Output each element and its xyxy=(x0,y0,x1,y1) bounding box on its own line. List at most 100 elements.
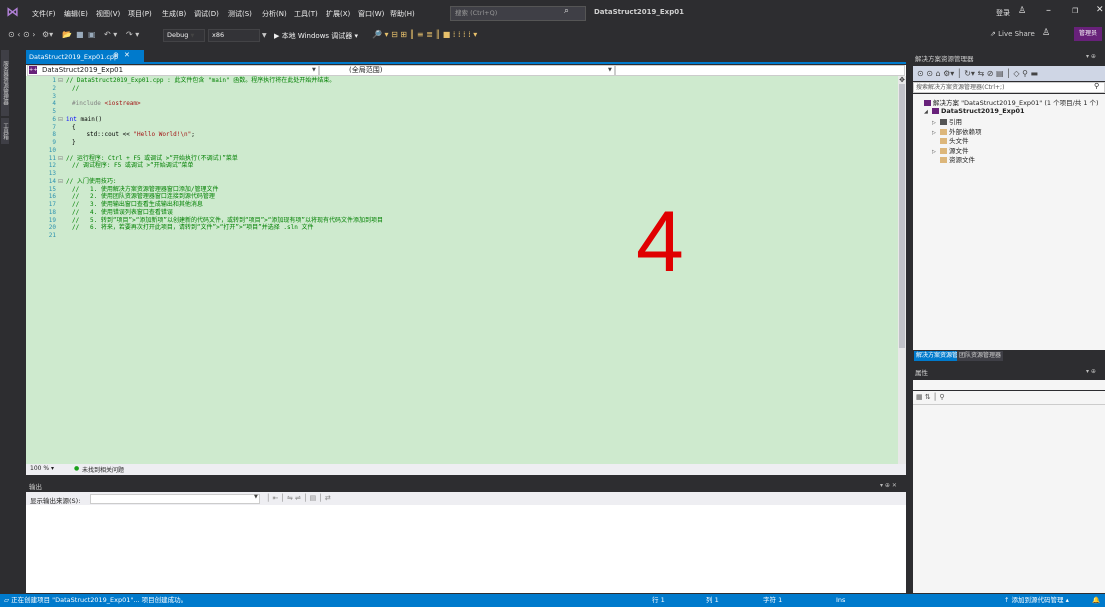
properties-object-select[interactable] xyxy=(913,380,1105,390)
properties-toolbar[interactable]: ▦ ⇅ │ ⚲ xyxy=(913,391,1105,404)
menu-item[interactable]: 项目(P) xyxy=(128,9,152,19)
line-number: 1 xyxy=(52,77,56,84)
tree-item[interactable]: ▷ 引用 xyxy=(932,116,962,126)
menu-item[interactable]: 窗口(W) xyxy=(358,9,384,19)
code-line[interactable]: // 2. 使用团队资源管理器窗口连接到源代码管理 xyxy=(72,193,215,201)
platform-dropdown-icon[interactable]: ▼ xyxy=(262,32,267,39)
solution-search-input[interactable]: 搜索解决方案资源管理器(Ctrl+;) xyxy=(913,82,1105,93)
source-control-button[interactable]: ↑ 添加到源代码管理 ▴ xyxy=(1004,594,1069,607)
fold-toggle-icon[interactable]: ⊟ xyxy=(58,155,63,163)
live-share-label: Live Share xyxy=(998,30,1035,38)
menu-item[interactable]: 工具(T) xyxy=(294,9,318,19)
tree-item[interactable]: ◢ DataStruct2019_Exp01 xyxy=(924,107,1025,115)
overlay-number: 4 xyxy=(636,194,684,290)
fold-toggle-icon[interactable]: ⊟ xyxy=(58,116,63,124)
fold-toggle-icon[interactable]: ⊟ xyxy=(58,178,63,186)
toolbar-extra-icons[interactable]: 🔎 ▾ ⊟ ⊞ ║ ≡ ≣ ║ ■ ⁞ ⁞ ⁞ ⁞ ▾ xyxy=(372,30,477,39)
project-nav-select[interactable]: DataStruct2019_Exp01 xyxy=(27,65,319,76)
live-share-button[interactable]: ⇗ Live Share xyxy=(990,30,1035,38)
panel-pin-icon[interactable]: ▾ ⊕ xyxy=(1086,53,1096,60)
tab-close-icon[interactable]: ✕ xyxy=(124,51,130,59)
chevron-down-icon[interactable]: ▼ xyxy=(312,67,316,73)
line-number: 20 xyxy=(48,224,56,232)
check-circle-icon: ● xyxy=(74,465,80,472)
code-token: // 入门使用技巧: xyxy=(66,177,117,185)
menu-item[interactable]: 调试(D) xyxy=(194,9,219,19)
code-line[interactable]: int main() xyxy=(66,116,102,124)
tab-team-explorer[interactable]: 团队资源管理器 xyxy=(957,351,1004,361)
output-body[interactable] xyxy=(26,505,906,593)
expand-arrow-icon[interactable]: ◢ xyxy=(924,109,932,115)
config-select[interactable]: Debug ▼ xyxy=(163,29,205,42)
menu-item[interactable]: 帮助(H) xyxy=(390,9,415,19)
save-icon[interactable]: ■ xyxy=(76,30,84,39)
chevron-down-icon[interactable]: ▼ xyxy=(254,494,258,500)
tree-item[interactable]: ▷ 源文件 xyxy=(932,145,969,155)
line-number: 6 xyxy=(52,115,56,123)
share-icon[interactable]: ♙ xyxy=(1042,28,1050,38)
toolbox-tab[interactable]: 工具箱 xyxy=(1,118,9,144)
output-source-select[interactable] xyxy=(90,494,260,504)
code-token: "Hello World!\n" xyxy=(133,131,192,139)
minimize-icon[interactable]: – xyxy=(1046,5,1051,16)
menu-item[interactable]: 生成(B) xyxy=(162,9,186,19)
code-line[interactable]: // xyxy=(72,85,79,93)
undo-icon[interactable]: ↶ ▾ xyxy=(104,30,117,39)
code-line[interactable]: #include <iostream> xyxy=(72,100,141,108)
code-line[interactable]: // 调试程序: F5 或调试 >“开始调试”菜单 xyxy=(72,162,193,170)
folder-icon xyxy=(940,128,947,135)
code-token: // DataStruct2019_Exp01.cpp : 此文件包含 "mai… xyxy=(66,77,336,84)
code-line[interactable]: std::cout << "Hello World!\n"; xyxy=(72,131,194,139)
tree-item[interactable]: 解决方案 "DataStruct2019_Exp01" (1 个项目/共 1 个… xyxy=(916,97,1099,107)
run-debugger-button[interactable]: ▶ 本地 Windows 调试器 ▾ xyxy=(274,31,358,41)
code-token: } xyxy=(72,139,76,146)
solution-explorer-toolbar[interactable]: ⊙ ⊙ ⌂ ⚙▾ │ ↻▾ ⇆ ⊘ ▤ │ ◇ ⚲ ▬ xyxy=(913,66,1105,81)
member-nav-select[interactable] xyxy=(615,65,905,76)
menu-item[interactable]: 扩展(X) xyxy=(326,9,350,19)
menu-item[interactable]: 测试(S) xyxy=(228,9,252,19)
issues-status[interactable]: 未找到相关问题 xyxy=(82,465,124,474)
menu-item[interactable]: 分析(N) xyxy=(262,9,287,19)
menu-item[interactable]: 编辑(E) xyxy=(64,9,88,19)
code-line[interactable]: // 4. 使用错误列表窗口查看错误 xyxy=(72,209,173,217)
platform-value: x86 xyxy=(212,31,225,39)
properties-title: 属性 xyxy=(913,368,1105,378)
menu-item[interactable]: 文件(F) xyxy=(32,9,56,19)
platform-select[interactable]: x86 xyxy=(208,29,260,42)
code-line[interactable]: { xyxy=(72,124,76,132)
tree-item[interactable]: ▷ 外部依赖项 xyxy=(932,126,982,136)
code-line[interactable]: // 3. 使用输出窗口查看生成输出和其他消息 xyxy=(72,201,203,209)
panel-pin-icon[interactable]: ▾ ⊕ ✕ xyxy=(880,482,897,489)
login-button[interactable]: 登录 xyxy=(996,8,1010,18)
zoom-level-select[interactable]: 100 % ▾ xyxy=(30,465,54,472)
admin-badge[interactable]: 管理员 xyxy=(1074,27,1102,41)
scrollbar-thumb[interactable] xyxy=(899,78,905,348)
fold-toggle-icon[interactable]: ⊟ xyxy=(58,77,63,85)
panel-pin-icon[interactable]: ▾ ⊕ xyxy=(1086,368,1096,375)
save-all-icon[interactable]: ▣ xyxy=(88,30,96,39)
maximize-icon[interactable]: ❐ xyxy=(1072,7,1078,15)
pin-icon[interactable]: ⊕ xyxy=(113,51,119,59)
open-icon[interactable]: 📂 xyxy=(62,30,72,39)
user-icon[interactable]: ♙ xyxy=(1018,6,1026,16)
split-editor-icon[interactable]: ✥ xyxy=(898,76,906,84)
output-tool-icons[interactable]: │ ⇤ │ ⇋ ⇌ │ ▤ │ ⇄ xyxy=(266,494,331,502)
notification-icon[interactable]: 🔔 xyxy=(1092,594,1100,607)
code-line[interactable]: // DataStruct2019_Exp01.cpp : 此文件包含 "mai… xyxy=(66,77,335,85)
scope-nav-select[interactable]: (全局范围) xyxy=(319,65,615,76)
redo-icon[interactable]: ↷ ▾ xyxy=(126,30,139,39)
code-token: // 3. 使用输出窗口查看生成输出和其他消息 xyxy=(72,201,203,208)
menu-item[interactable]: 视图(V) xyxy=(96,9,120,19)
search-icon[interactable]: ⌕ xyxy=(564,6,569,16)
code-line[interactable]: // 入门使用技巧: xyxy=(66,178,116,186)
tree-item[interactable]: 资源文件 xyxy=(932,154,975,164)
close-icon[interactable]: ✕ xyxy=(1096,5,1104,15)
back-forward-icon[interactable]: ⊙ ‹ ⊙ › xyxy=(8,30,35,39)
tree-item[interactable]: 头文件 xyxy=(932,135,969,145)
search-icon[interactable]: ⚲ xyxy=(1094,82,1099,90)
code-line[interactable]: // 6. 将来，若要再次打开此项目，请转到“文件”>“打开”>“项目”并选择 … xyxy=(72,224,313,232)
code-line[interactable]: } xyxy=(72,139,76,147)
chevron-down-icon[interactable]: ▼ xyxy=(608,67,612,73)
server-explorer-tab[interactable]: 服务器资源管理器 xyxy=(1,50,9,116)
new-project-icon[interactable]: ⚙▾ xyxy=(42,30,53,39)
